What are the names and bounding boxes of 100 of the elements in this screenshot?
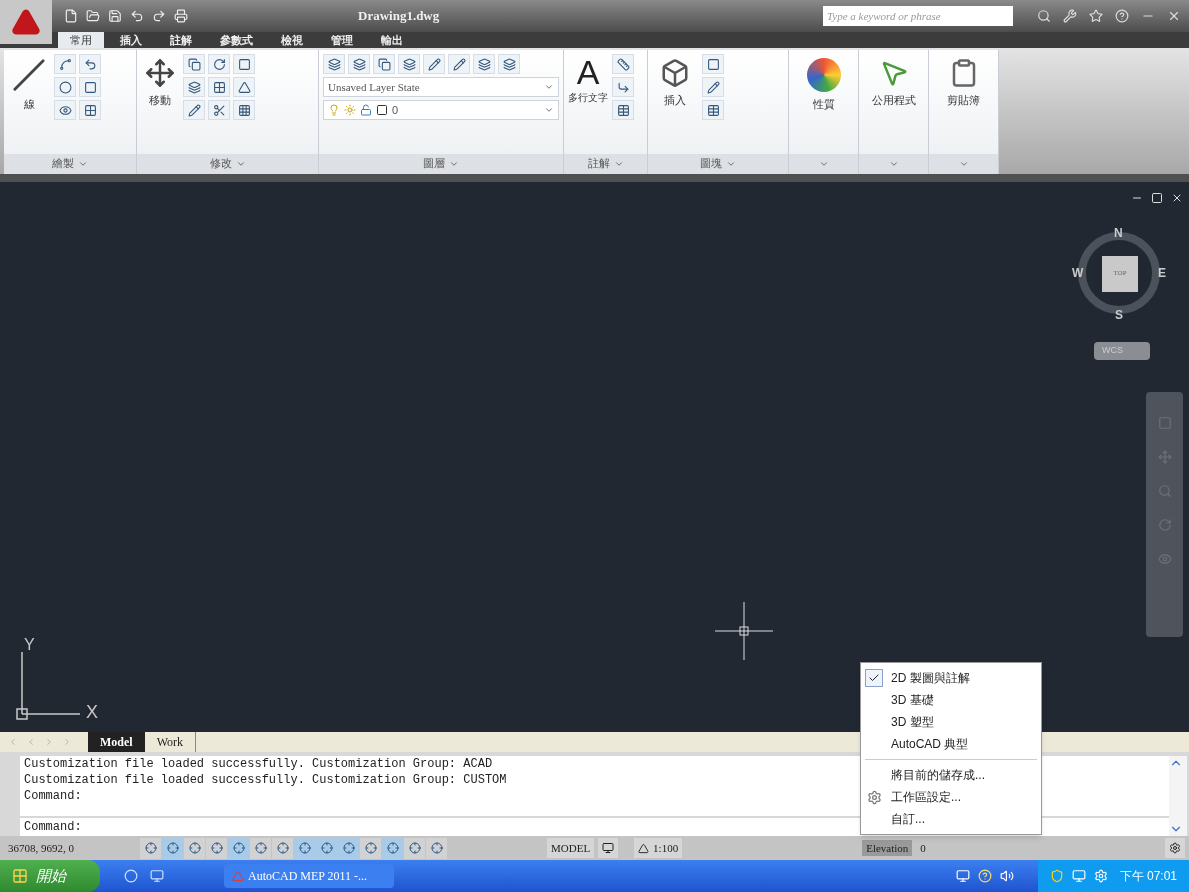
drafting-toggle[interactable] [338,837,359,859]
ribbon-large-button[interactable]: 線 [8,54,50,120]
drafting-toggle[interactable] [228,837,249,859]
panel-title[interactable]: 圖塊 [648,153,788,174]
scissors-button[interactable] [208,100,230,120]
drafting-toggle[interactable] [294,837,315,859]
square-button[interactable] [233,54,255,74]
menu-item[interactable]: 3D 塑型 [861,711,1041,733]
drafting-toggle[interactable] [250,837,271,859]
layer-tool-button[interactable] [473,54,495,74]
close-button[interactable] [1167,9,1181,23]
panel-title[interactable]: 繪製 [4,153,136,174]
layer-tool-button[interactable] [498,54,520,74]
attribute-button[interactable] [702,100,724,120]
star-button[interactable] [1089,9,1103,23]
star-icon [1089,9,1103,23]
attribute-icon [706,103,720,117]
help-button[interactable] [1115,9,1129,23]
drafting-toggle[interactable] [316,837,337,859]
menu-item[interactable]: 工作區設定... [861,786,1041,808]
rectangle-button[interactable] [79,77,101,97]
layer-tool-icon [452,57,466,71]
layout-tab[interactable]: Model [88,732,145,753]
layer-dropdown[interactable]: 0 [323,100,559,120]
redo-button[interactable] [152,9,166,23]
new-file-button[interactable] [64,9,78,23]
panel-title[interactable]: 註解 [564,153,647,174]
ribbon-tab[interactable]: 註解 [158,32,204,48]
ribbon-tab[interactable]: 參數式 [208,32,265,48]
layer-tool-button[interactable] [398,54,420,74]
grid-button[interactable] [208,77,230,97]
block-edit-icon [706,80,720,94]
clock: 下午 07:01 [1119,868,1177,886]
ribbon-tab[interactable]: 檢視 [269,32,315,48]
polyline-button[interactable] [54,54,76,74]
printer-button[interactable] [174,9,188,23]
menu-item[interactable]: 2D 製圖與註解 [861,667,1041,689]
quick-launch-button[interactable] [150,869,164,884]
wrench-button[interactable] [1063,9,1077,23]
search-button[interactable] [1037,9,1051,23]
scale-dropdown[interactable]: 1:100 [634,838,683,859]
leader-button[interactable] [612,77,634,97]
multiline-text-button[interactable]: A 多行文字 [568,54,608,120]
ribbon-large-button[interactable]: 性質 [802,54,845,113]
ribbon-tab[interactable]: 管理 [319,32,365,48]
ribbon-large-button[interactable]: 剪貼簿 [943,54,984,109]
ribbon-tab[interactable]: 常用 [58,32,104,48]
ribbon-large-button[interactable]: 插入 [656,54,694,120]
eye-button[interactable] [54,100,76,120]
ribbon-large-button[interactable]: 公用程式 [867,54,920,109]
circle-button[interactable] [54,77,76,97]
hatch-button[interactable] [79,100,101,120]
table-button[interactable] [612,100,634,120]
drafting-toggle[interactable] [184,837,205,859]
drafting-toggle[interactable] [382,837,403,859]
drafting-toggle[interactable] [140,837,161,859]
layers-button[interactable] [183,77,205,97]
layer-tool-button[interactable] [423,54,445,74]
layer-tool-button[interactable] [323,54,345,74]
pencil-button[interactable] [183,100,205,120]
undo-button[interactable] [130,9,144,23]
layout-view-button[interactable] [598,838,619,859]
application-button[interactable] [0,0,52,44]
tray-icon [1071,869,1086,884]
menu-item[interactable]: AutoCAD 典型 [861,733,1041,755]
layer-tool-button[interactable] [373,54,395,74]
layer-tool-button[interactable] [348,54,370,74]
block-edit-button[interactable] [702,77,724,97]
layer-state-dropdown[interactable]: Unsaved Layer State [323,77,559,97]
copy-button[interactable] [183,54,205,74]
drafting-toggle[interactable] [404,837,425,859]
menu-item[interactable]: 3D 基礎 [861,689,1041,711]
coordinates: 36708, 9692, 0 [7,840,75,856]
model-button[interactable]: MODEL [547,838,595,859]
panel-title[interactable]: 修改 [137,153,318,174]
crosshair-cursor [715,601,773,660]
drafting-toggle[interactable] [162,837,183,859]
drafting-toggle[interactable] [272,837,293,859]
search-field[interactable]: Type a keyword or phrase [823,6,1013,26]
drafting-toggle[interactable] [360,837,381,859]
drafting-toggle[interactable] [206,837,227,859]
save-button[interactable] [108,9,122,23]
drafting-toggle[interactable] [426,837,447,859]
search-icon [1037,9,1051,23]
restore-button[interactable] [1151,191,1163,204]
ribbon-tab[interactable]: 輸出 [369,32,415,48]
taskbar-item[interactable]: AutoCAD MEP 2011 -... [224,864,394,889]
menu-item[interactable]: 將目前的儲存成... [861,764,1041,786]
grid-button[interactable] [233,100,255,120]
start-button[interactable]: 開始 [0,860,100,892]
dimension-button[interactable] [612,54,634,74]
drafting-icon [232,842,245,855]
layer-tool-button[interactable] [448,54,470,74]
panel-title[interactable]: 圖層 [319,153,563,174]
triangle-button[interactable] [233,77,255,97]
open-folder-button[interactable] [86,9,100,23]
ribbon-tab[interactable]: 插入 [108,32,154,48]
block-create-button[interactable] [702,54,724,74]
tray-button[interactable] [1165,838,1185,859]
ribbon-large-button[interactable]: 移動 [141,54,179,120]
